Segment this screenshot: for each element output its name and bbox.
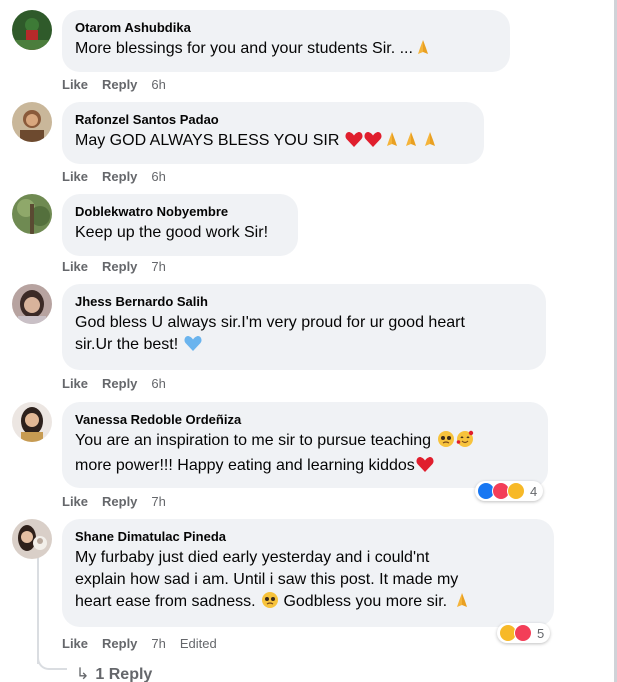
comment-bubble: Vanessa Redoble Ordeñiza You are an insp… [62, 402, 548, 488]
comment-author[interactable]: Rafonzel Santos Padao [75, 111, 470, 128]
care-reaction-icon [507, 482, 525, 500]
comment-text-line: You are an inspiration to me sir to purs… [75, 430, 534, 455]
view-replies-label: 1 Reply [95, 666, 153, 682]
comment-text-line: My furbaby just died early yesterday and… [75, 549, 430, 566]
reply-button[interactable]: Reply [102, 494, 137, 509]
comment-text-line: More blessings for you and your students… [75, 40, 413, 57]
comment-timestamp[interactable]: 7h [151, 636, 165, 651]
reactions-summary[interactable]: 5 [497, 623, 551, 643]
comment-bubble: Shane Dimatulac Pineda My furbaby just d… [62, 519, 554, 627]
like-button[interactable]: Like [62, 77, 88, 92]
edited-label[interactable]: Edited [180, 636, 217, 651]
like-button[interactable]: Like [62, 494, 88, 509]
comment-text: Keep up the good work Sir! [75, 224, 269, 241]
comment-text-line: sir.Ur the best! [75, 334, 532, 359]
like-button[interactable]: Like [62, 376, 88, 391]
folded-hands-emoji [402, 130, 420, 155]
comment-author[interactable]: Vanessa Redoble Ordeñiza [75, 411, 534, 428]
comment-author[interactable]: Jhess Bernardo Salih [75, 293, 532, 310]
comment-text-fragment: heart ease from sadness. [75, 593, 256, 610]
pleading-face-emoji [261, 591, 279, 616]
avatar[interactable] [12, 102, 52, 142]
smiling-face-with-hearts-emoji [456, 430, 474, 455]
comment-actions: Like Reply 6h [62, 169, 180, 184]
folded-hands-emoji [383, 130, 401, 155]
comment-text: May GOD ALWAYS BLESS YOU SIR [75, 130, 470, 155]
red-heart-emoji [416, 456, 434, 480]
comment-bubble: Rafonzel Santos Padao May GOD ALWAYS BLE… [62, 102, 484, 164]
comment-actions: Like Reply 7h [62, 494, 180, 509]
comment-text: God bless U always sir.I'm very proud fo… [75, 312, 532, 359]
avatar[interactable] [12, 194, 52, 234]
comment-text-fragment: more power!!! Happy eating and learning … [75, 457, 415, 474]
comment-text: My furbaby just died early yesterday and… [75, 547, 540, 616]
comment-text: More blessings for you and your students… [75, 38, 496, 63]
comment-text-fragment: sir.Ur the best! [75, 336, 179, 353]
folded-hands-emoji [414, 38, 432, 63]
comment-text-line: May GOD ALWAYS BLESS YOU SIR [75, 132, 340, 149]
avatar[interactable] [12, 519, 52, 559]
comment-bubble: Otarom Ashubdika More blessings for you … [62, 10, 510, 72]
comment-timestamp[interactable]: 6h [151, 77, 165, 92]
folded-hands-emoji [421, 130, 439, 155]
blue-heart-emoji [184, 335, 202, 359]
comment-bubble: Jhess Bernardo Salih God bless U always … [62, 284, 546, 370]
comment-bubble: Doblekwatro Nobyembre Keep up the good w… [62, 194, 298, 256]
like-button[interactable]: Like [62, 169, 88, 184]
red-heart-emoji [345, 131, 363, 155]
love-reaction-icon [514, 624, 532, 642]
avatar[interactable] [12, 284, 52, 324]
comment-actions: Like Reply 6h [62, 77, 180, 92]
red-heart-emoji [364, 131, 382, 155]
avatar[interactable] [12, 402, 52, 442]
comment-text-line: God bless U always sir.I'm very proud fo… [75, 314, 465, 331]
reply-thread-line [37, 556, 39, 664]
reply-button[interactable]: Reply [102, 636, 137, 651]
comment-timestamp[interactable]: 7h [151, 259, 165, 274]
like-button[interactable]: Like [62, 636, 88, 651]
view-replies-link[interactable]: ↳ 1 Reply [76, 664, 152, 682]
folded-hands-emoji [453, 591, 471, 616]
comment-text-fragment: You are an inspiration to me sir to purs… [75, 432, 432, 449]
comment-text: You are an inspiration to me sir to purs… [75, 430, 534, 480]
reply-button[interactable]: Reply [102, 169, 137, 184]
comment-text-line: more power!!! Happy eating and learning … [75, 455, 534, 480]
comment-actions: Like Reply 7h Edited [62, 636, 231, 651]
comment-timestamp[interactable]: 6h [151, 169, 165, 184]
pleading-face-emoji [437, 430, 455, 455]
reply-thread-curve [37, 650, 67, 670]
comment-author[interactable]: Doblekwatro Nobyembre [75, 203, 284, 220]
comment-text-fragment: Godbless you more sir. [283, 593, 448, 610]
avatar[interactable] [12, 10, 52, 50]
reply-button[interactable]: Reply [102, 376, 137, 391]
comment-timestamp[interactable]: 7h [151, 494, 165, 509]
reaction-count: 4 [530, 483, 538, 499]
comment-text-line: explain how sad i am. Until i saw this p… [75, 571, 459, 588]
like-button[interactable]: Like [62, 259, 88, 274]
comment-actions: Like Reply 6h [62, 376, 180, 391]
reply-button[interactable]: Reply [102, 77, 137, 92]
comment-actions: Like Reply 7h [62, 259, 180, 274]
reactions-summary[interactable]: 4 [475, 481, 544, 501]
comment-timestamp[interactable]: 6h [151, 376, 165, 391]
reply-button[interactable]: Reply [102, 259, 137, 274]
comment-author[interactable]: Otarom Ashubdika [75, 19, 496, 36]
comment-text-line: heart ease from sadness. Godbless you mo… [75, 591, 540, 616]
reply-arrow-icon: ↳ [76, 666, 90, 682]
comment-author[interactable]: Shane Dimatulac Pineda [75, 528, 540, 545]
reaction-count: 5 [537, 625, 545, 641]
